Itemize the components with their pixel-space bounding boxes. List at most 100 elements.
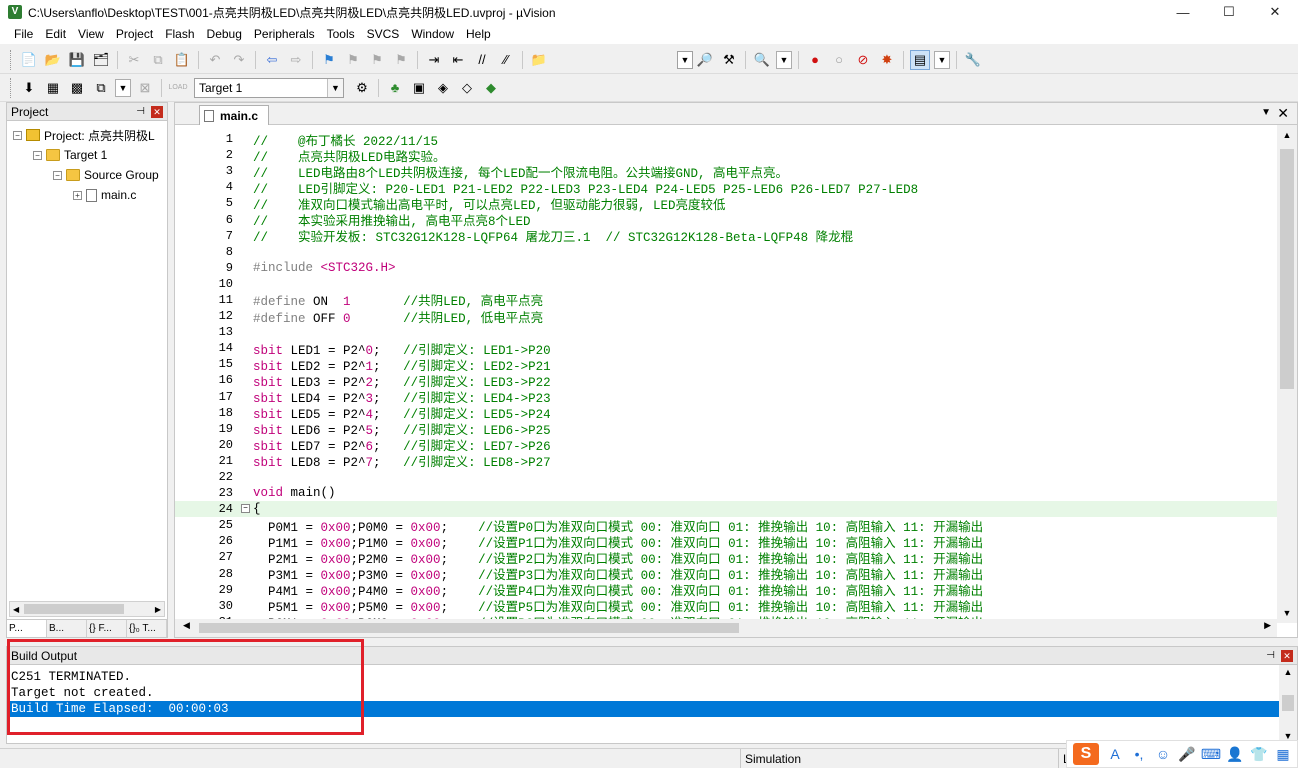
scrollbar-thumb[interactable] xyxy=(1282,695,1294,711)
build-output-line[interactable]: C251 TERMINATED. xyxy=(7,669,1279,685)
build-icon[interactable]: ▦ xyxy=(43,78,63,98)
editor-vertical-scrollbar[interactable]: ▲ ▼ xyxy=(1277,125,1297,623)
scroll-right-icon[interactable]: ▶ xyxy=(1264,620,1271,631)
close-window-button[interactable]: ✕ xyxy=(1252,0,1298,24)
project-horizontal-scrollbar[interactable]: ◀ ▶ xyxy=(9,601,165,617)
tree-item-target[interactable]: − Target 1 xyxy=(7,145,167,165)
punctuation-icon[interactable]: •, xyxy=(1129,744,1149,764)
collapse-icon[interactable]: − xyxy=(33,150,42,160)
stop-build-icon[interactable]: ⊠ xyxy=(135,78,155,98)
disable-all-breakpoints-icon[interactable]: ⊘ xyxy=(853,50,873,70)
build-output-line[interactable]: Target not created. xyxy=(7,685,1279,701)
code-area[interactable]: 1// @布丁橘长 2022/11/15 2// 点亮共阴极LED电路实验。 3//… xyxy=(175,131,1277,621)
indent-icon[interactable]: ⇥ xyxy=(424,50,444,70)
open-icon[interactable]: 📂 xyxy=(43,50,63,70)
menu-edit[interactable]: Edit xyxy=(39,27,72,41)
manage-components-icon[interactable]: ♣ xyxy=(385,78,405,98)
code-line[interactable]: 22 xyxy=(175,469,1277,485)
save-icon[interactable]: 💾 xyxy=(67,50,87,70)
build-output-line-selected[interactable]: Build Time Elapsed: 00:00:03 xyxy=(7,701,1279,717)
nav-back-icon[interactable]: ⇦ xyxy=(262,50,282,70)
sogou-logo-icon[interactable]: S xyxy=(1073,743,1099,765)
ime-language-icon[interactable]: A xyxy=(1105,744,1125,764)
nav-forward-icon[interactable]: ⇨ xyxy=(286,50,306,70)
cut-icon[interactable]: ✂ xyxy=(124,50,144,70)
build-output-text[interactable]: C251 TERMINATED. Target not created. Bui… xyxy=(7,669,1279,717)
tree-item-source-group[interactable]: − Source Group xyxy=(7,165,167,185)
emoji-icon[interactable]: ☺ xyxy=(1153,744,1173,764)
rebuild-icon[interactable]: ▩ xyxy=(67,78,87,98)
window-layout-dropdown[interactable]: ▼ xyxy=(934,50,950,69)
tab-list-dropdown-icon[interactable]: ▼ xyxy=(1261,107,1271,118)
find-combo-dropdown[interactable]: ▼ xyxy=(677,50,693,69)
kill-breakpoints-icon[interactable]: ✸ xyxy=(877,50,897,70)
target-select[interactable]: Target 1 ▼ xyxy=(194,77,344,98)
clear-bookmarks-icon[interactable]: ⚑ xyxy=(391,50,411,70)
menu-tools[interactable]: Tools xyxy=(321,27,361,41)
collapse-icon[interactable]: − xyxy=(53,170,62,180)
incremental-find-icon[interactable]: ⚒ xyxy=(719,50,739,70)
scroll-down-icon[interactable]: ▼ xyxy=(1277,605,1297,621)
scrollbar-thumb[interactable] xyxy=(24,604,124,614)
build-output-vertical-scrollbar[interactable]: ▲ ▼ xyxy=(1279,665,1297,743)
menu-view[interactable]: View xyxy=(72,27,110,41)
load-icon[interactable]: LOAD xyxy=(168,78,188,98)
breakpoint-icon[interactable]: ● xyxy=(805,50,825,70)
batch-build-dropdown[interactable]: ▼ xyxy=(115,78,131,97)
minimize-button[interactable]: — xyxy=(1160,0,1206,24)
tab-templates[interactable]: {}₀ T... xyxy=(127,620,167,637)
fold-toggle-icon[interactable]: − xyxy=(241,504,250,514)
microphone-icon[interactable]: 🎤 xyxy=(1177,744,1197,764)
code-line[interactable]: 8 xyxy=(175,244,1277,260)
copy-icon[interactable]: ⧉ xyxy=(148,50,168,70)
menu-svcs[interactable]: SVCS xyxy=(361,27,406,41)
scroll-up-icon[interactable]: ▲ xyxy=(1279,667,1297,677)
tab-books[interactable]: B... xyxy=(47,620,87,637)
manage-rte-icon[interactable]: ◆ xyxy=(481,78,501,98)
bookmark-icon[interactable]: ⚑ xyxy=(319,50,339,70)
code-line[interactable]: 21 sbit LED8 = P2^7; //引脚定义: LED8->P27 xyxy=(175,453,1277,471)
tab-main-c[interactable]: main.c xyxy=(199,105,269,125)
new-file-icon[interactable]: 📄 xyxy=(19,50,39,70)
find-in-files-icon[interactable]: 📁 xyxy=(529,50,549,70)
redo-icon[interactable]: ↷ xyxy=(229,50,249,70)
code-line[interactable]: 12 #define OFF 0 //共阴LED, 低电平点亮 xyxy=(175,308,1277,326)
menu-window[interactable]: Window xyxy=(405,27,460,41)
scroll-left-icon[interactable]: ◀ xyxy=(13,605,19,614)
tab-functions[interactable]: {} F... xyxy=(87,620,127,637)
save-all-icon[interactable]: 🗂 xyxy=(91,50,111,70)
close-build-output-button[interactable]: ✕ xyxy=(1281,650,1293,662)
scroll-up-icon[interactable]: ▲ xyxy=(1277,127,1297,143)
code-line[interactable]: 23 void main() xyxy=(175,485,1277,501)
window-layout-icon[interactable]: ▤ xyxy=(910,49,930,70)
target-options-icon[interactable]: ⚙ xyxy=(352,78,372,98)
keyboard-icon[interactable]: ⌨ xyxy=(1201,744,1221,764)
tab-project[interactable]: P... xyxy=(7,620,47,637)
translate-icon[interactable]: ⬇ xyxy=(19,78,39,98)
disable-breakpoint-icon[interactable]: ○ xyxy=(829,50,849,70)
code-line[interactable]: 7 // 实验开发板: STC32G12K128-LQFP64 屠龙刀三.1 //… xyxy=(175,228,1277,246)
user-icon[interactable]: 👤 xyxy=(1225,744,1245,764)
collapse-icon[interactable]: − xyxy=(13,130,22,140)
apps-grid-icon[interactable]: ▦ xyxy=(1273,744,1293,764)
next-bookmark-icon[interactable]: ⚑ xyxy=(367,50,387,70)
menu-debug[interactable]: Debug xyxy=(201,27,248,41)
tree-item-project[interactable]: − Project: 点亮共阴极L xyxy=(7,125,167,145)
chevron-down-icon[interactable]: ▼ xyxy=(327,78,343,97)
editor-horizontal-scrollbar[interactable]: ◀ ▶ xyxy=(175,619,1277,637)
paste-icon[interactable]: 📋 xyxy=(172,50,192,70)
tree-item-main-c[interactable]: + main.c xyxy=(7,185,167,205)
scroll-right-icon[interactable]: ▶ xyxy=(155,605,161,614)
find-icon[interactable]: 🔎 xyxy=(695,50,715,70)
debug-session-dropdown[interactable]: ▼ xyxy=(776,50,792,69)
maximize-button[interactable]: ☐ xyxy=(1206,0,1252,24)
pin-icon[interactable]: ⊣ xyxy=(136,103,145,121)
debug-session-icon[interactable]: 🔍 xyxy=(752,50,772,70)
unindent-icon[interactable]: ⇤ xyxy=(448,50,468,70)
scrollbar-thumb[interactable] xyxy=(1280,149,1294,389)
file-extensions-icon[interactable]: ▣ xyxy=(409,78,429,98)
toolbar-grip[interactable] xyxy=(10,77,13,98)
uncomment-icon[interactable]: ⁄⁄ xyxy=(496,50,516,70)
skin-icon[interactable]: 👕 xyxy=(1249,744,1269,764)
scroll-left-icon[interactable]: ◀ xyxy=(183,620,190,631)
